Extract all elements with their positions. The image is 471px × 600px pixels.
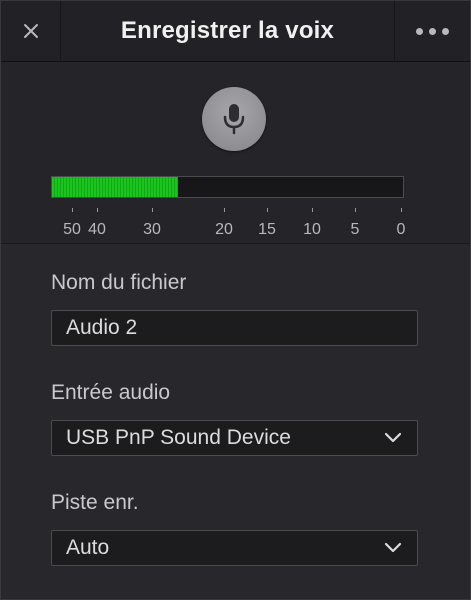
meter-tick-label: 30 (143, 221, 161, 238)
chevron-down-icon (383, 541, 403, 555)
meter-tick-mark (224, 208, 225, 212)
filename-input[interactable]: Audio 2 (51, 310, 418, 346)
record-settings-form: Nom du fichier Audio 2 Entrée audio USB … (1, 244, 470, 599)
meter-tick-mark (152, 208, 153, 212)
track-value: Auto (66, 536, 110, 559)
more-options-icon (413, 22, 452, 40)
audio-input-select[interactable]: USB PnP Sound Device (51, 420, 418, 456)
track-select[interactable]: Auto (51, 530, 418, 566)
audio-input-label: Entrée audio (51, 381, 171, 404)
close-button[interactable] (1, 1, 61, 61)
filename-value: Audio 2 (66, 316, 138, 339)
record-section: 50 40 30 20 15 10 5 0 (1, 62, 470, 244)
meter-tick-label: 15 (258, 221, 276, 238)
panel-header: Enregistrer la voix (1, 1, 470, 62)
meter-tick-mark (72, 208, 73, 212)
meter-tick-mark (312, 208, 313, 212)
panel-title: Enregistrer la voix (120, 17, 335, 44)
track-label: Piste enr. (51, 491, 139, 514)
meter-tick-mark (97, 208, 98, 212)
audio-level-fill (52, 177, 179, 197)
close-icon (23, 24, 38, 38)
meter-tick-label: 40 (88, 221, 106, 238)
meter-tick-label: 5 (350, 221, 360, 238)
meter-tick-label: 10 (303, 221, 321, 238)
meter-tick-label: 20 (215, 221, 233, 238)
audio-level-meter (51, 176, 404, 198)
microphone-icon (223, 104, 245, 135)
record-voice-panel: Enregistrer la voix 50 40 30 20 15 10 5 0 Nom d… (0, 0, 471, 600)
audio-input-value: USB PnP Sound Device (66, 426, 291, 449)
record-button[interactable] (202, 87, 266, 151)
chevron-down-icon (383, 431, 403, 445)
meter-tick-label: 0 (396, 221, 406, 238)
meter-tick-mark (355, 208, 356, 212)
meter-tick-label: 50 (63, 221, 81, 238)
meter-scale: 50 40 30 20 15 10 5 0 (51, 208, 406, 238)
more-options-button[interactable] (394, 1, 470, 61)
meter-tick-mark (401, 208, 402, 212)
meter-tick-mark (267, 208, 268, 212)
filename-label: Nom du fichier (51, 271, 187, 294)
